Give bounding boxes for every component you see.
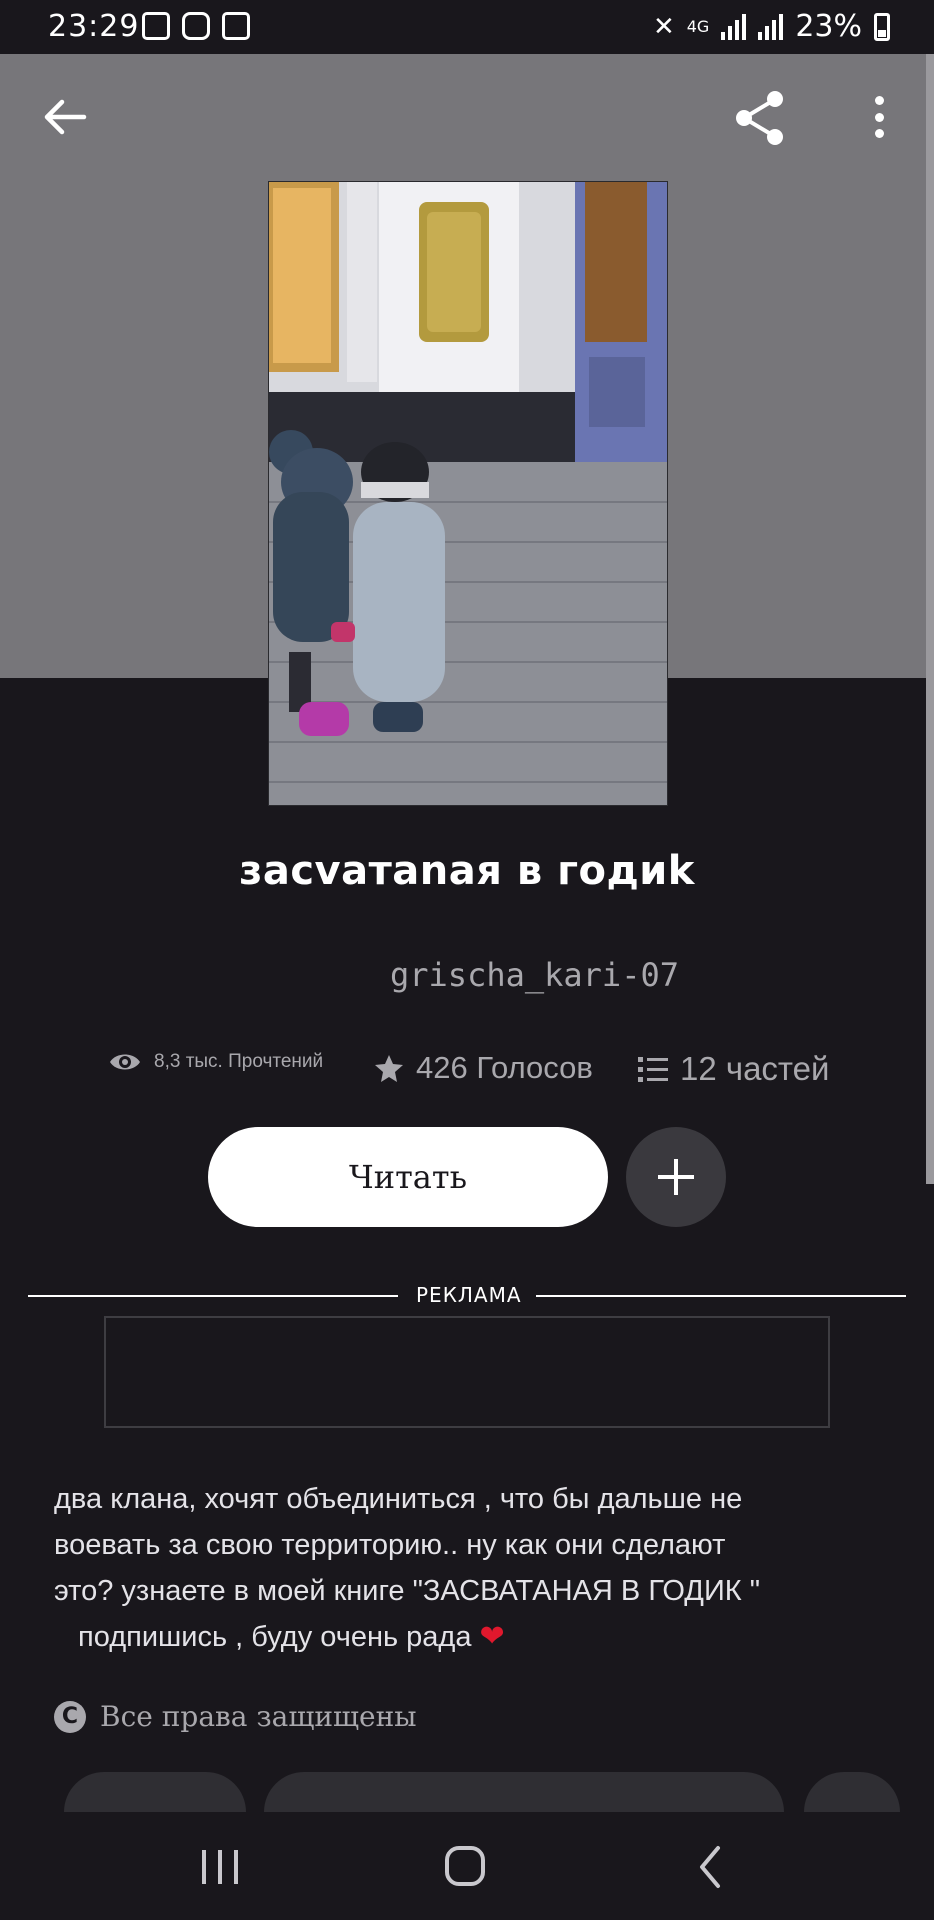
- signal-icon-2: [758, 13, 784, 40]
- book-stats: 8,3 тыс. Прочтений 426 Голосов 12 частей: [108, 1050, 868, 1092]
- book-cover-image[interactable]: [268, 181, 668, 806]
- more-vertical-icon: [874, 96, 884, 105]
- add-to-library-button[interactable]: [626, 1127, 726, 1227]
- description-line-last: подпишись , буду очень рада ❤: [54, 1614, 874, 1660]
- share-icon: [736, 91, 783, 145]
- book-title: засvатаnая в годиk: [239, 848, 695, 894]
- tag-chip[interactable]: [64, 1772, 246, 1812]
- reads-stat: 8,3 тыс. Прочтений: [108, 1050, 323, 1074]
- tags-row: [0, 1772, 934, 1812]
- recent-apps-button[interactable]: [190, 1842, 250, 1892]
- tag-chip[interactable]: [804, 1772, 900, 1812]
- chevron-left-icon: [700, 1846, 720, 1888]
- recents-icon: [202, 1850, 238, 1884]
- download-notification-icon: [182, 12, 210, 40]
- description-line: подпишись , буду очень рада: [78, 1621, 472, 1653]
- home-button[interactable]: [435, 1842, 495, 1892]
- mute-icon: ✕: [652, 11, 675, 42]
- copyright-icon: C: [54, 1700, 86, 1733]
- tag-chip[interactable]: [264, 1772, 784, 1812]
- plus-icon-vertical: [674, 1159, 678, 1195]
- back-nav-button[interactable]: [680, 1842, 740, 1892]
- list-icon: [638, 1057, 668, 1082]
- description-line: два клана, хочят объединиться , что бы д…: [54, 1483, 743, 1515]
- copyright-text: Все права защищены: [100, 1700, 417, 1733]
- book-description: два клана, хочят объединиться , что бы д…: [54, 1476, 874, 1660]
- menu-dot: [874, 112, 884, 122]
- notification-icons: [142, 12, 250, 40]
- parts-count: 12 частей: [680, 1050, 830, 1087]
- share-button[interactable]: [730, 88, 790, 148]
- reads-count: 8,3 тыс. Прочтений: [154, 1051, 324, 1072]
- copyright: C Все права защищены: [54, 1700, 417, 1733]
- read-button[interactable]: Читать: [208, 1127, 608, 1227]
- description-line: воевать за свою территорию.. ну как они …: [54, 1529, 726, 1561]
- description-line: это? узнаете в моей книге "ЗАСВАТАНАЯ В …: [54, 1575, 761, 1607]
- network-type: 4G: [686, 16, 710, 36]
- ad-divider-right: [536, 1295, 906, 1297]
- wifi-notification-icon: [222, 12, 250, 40]
- more-options-button[interactable]: [862, 92, 896, 142]
- ad-label: РЕКЛАМА: [416, 1283, 522, 1307]
- battery-icon: [874, 12, 890, 41]
- ad-divider-left: [28, 1295, 398, 1297]
- home-icon: [445, 1846, 485, 1886]
- votes-stat: 426 Голосов: [374, 1050, 593, 1086]
- ad-banner[interactable]: [104, 1316, 830, 1428]
- author-name[interactable]: grischa_kari-07: [390, 956, 679, 994]
- parts-stat: 12 частей: [638, 1050, 829, 1088]
- status-bar: 23:29 ✕ 4G 23%: [0, 0, 934, 54]
- scrollbar[interactable]: [926, 54, 934, 1184]
- arrow-left-icon: [44, 99, 87, 135]
- votes-count: 426 Голосов: [416, 1050, 593, 1085]
- system-status-icons: ✕ 4G 23%: [653, 9, 890, 44]
- signal-icon: [721, 13, 747, 40]
- system-nav-bar: [0, 1812, 934, 1920]
- heart-icon: ❤: [479, 1620, 505, 1653]
- star-icon: [375, 1055, 403, 1082]
- status-time: 23:29: [48, 9, 140, 44]
- gallery-notification-icon: [142, 12, 170, 40]
- menu-dot: [874, 129, 884, 138]
- cover-illustration: [269, 182, 667, 805]
- eye-icon: [110, 1054, 140, 1070]
- battery-percent: 23%: [795, 9, 862, 44]
- back-button[interactable]: [40, 92, 90, 142]
